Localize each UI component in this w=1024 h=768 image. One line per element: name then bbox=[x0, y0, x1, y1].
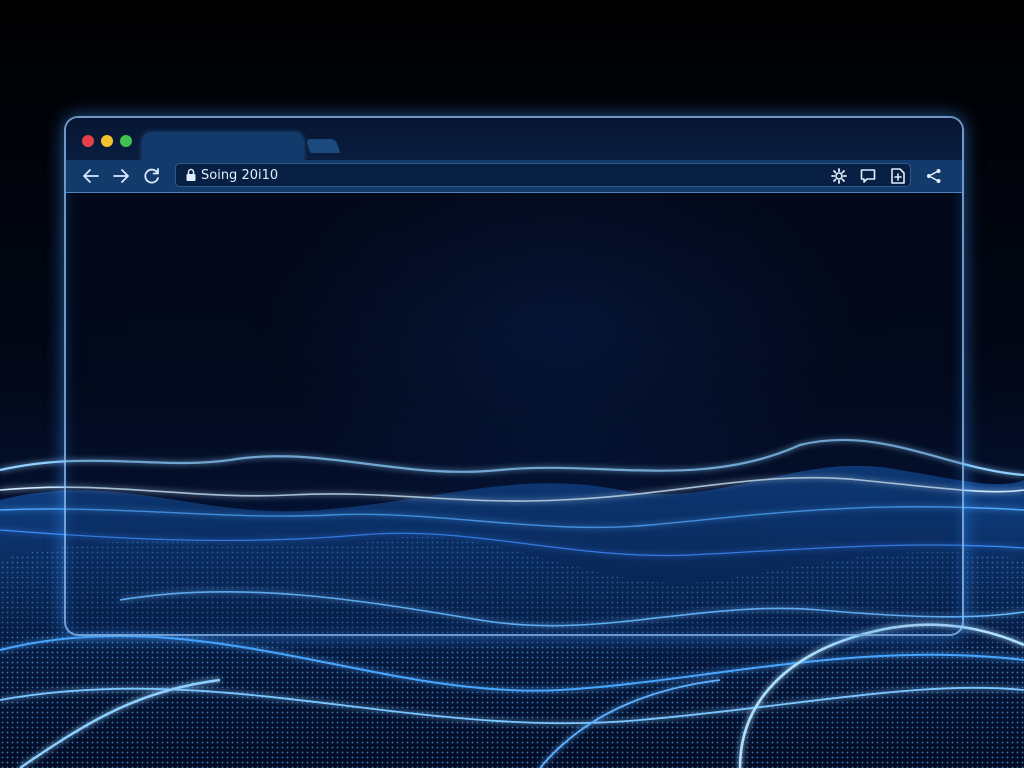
reload-icon bbox=[144, 168, 159, 184]
page-content-area[interactable] bbox=[66, 193, 962, 634]
address-bar[interactable] bbox=[175, 163, 911, 187]
browser-toolbar bbox=[66, 160, 962, 193]
share-icon bbox=[927, 169, 941, 183]
speech-bubble-icon bbox=[860, 169, 876, 183]
lock-icon bbox=[186, 168, 196, 181]
document-icon bbox=[891, 168, 905, 184]
forward-button[interactable] bbox=[110, 166, 132, 186]
back-button[interactable] bbox=[80, 166, 102, 186]
gear-icon bbox=[831, 168, 847, 184]
comments-button[interactable] bbox=[858, 166, 878, 186]
share-button[interactable] bbox=[924, 166, 944, 186]
arrow-left-icon bbox=[83, 169, 99, 183]
document-button[interactable] bbox=[888, 166, 908, 186]
browser-window bbox=[64, 116, 964, 636]
arrow-right-icon bbox=[113, 169, 129, 183]
tab-strip bbox=[66, 118, 962, 162]
settings-button[interactable] bbox=[829, 166, 849, 186]
reload-button[interactable] bbox=[141, 166, 163, 186]
tab-new[interactable] bbox=[305, 139, 341, 153]
maximize-window-button[interactable] bbox=[120, 135, 132, 147]
minimize-window-button[interactable] bbox=[101, 135, 113, 147]
desktop-background bbox=[0, 0, 1024, 768]
url-input[interactable] bbox=[201, 167, 701, 185]
tab-active[interactable] bbox=[142, 132, 304, 162]
close-window-button[interactable] bbox=[82, 135, 94, 147]
